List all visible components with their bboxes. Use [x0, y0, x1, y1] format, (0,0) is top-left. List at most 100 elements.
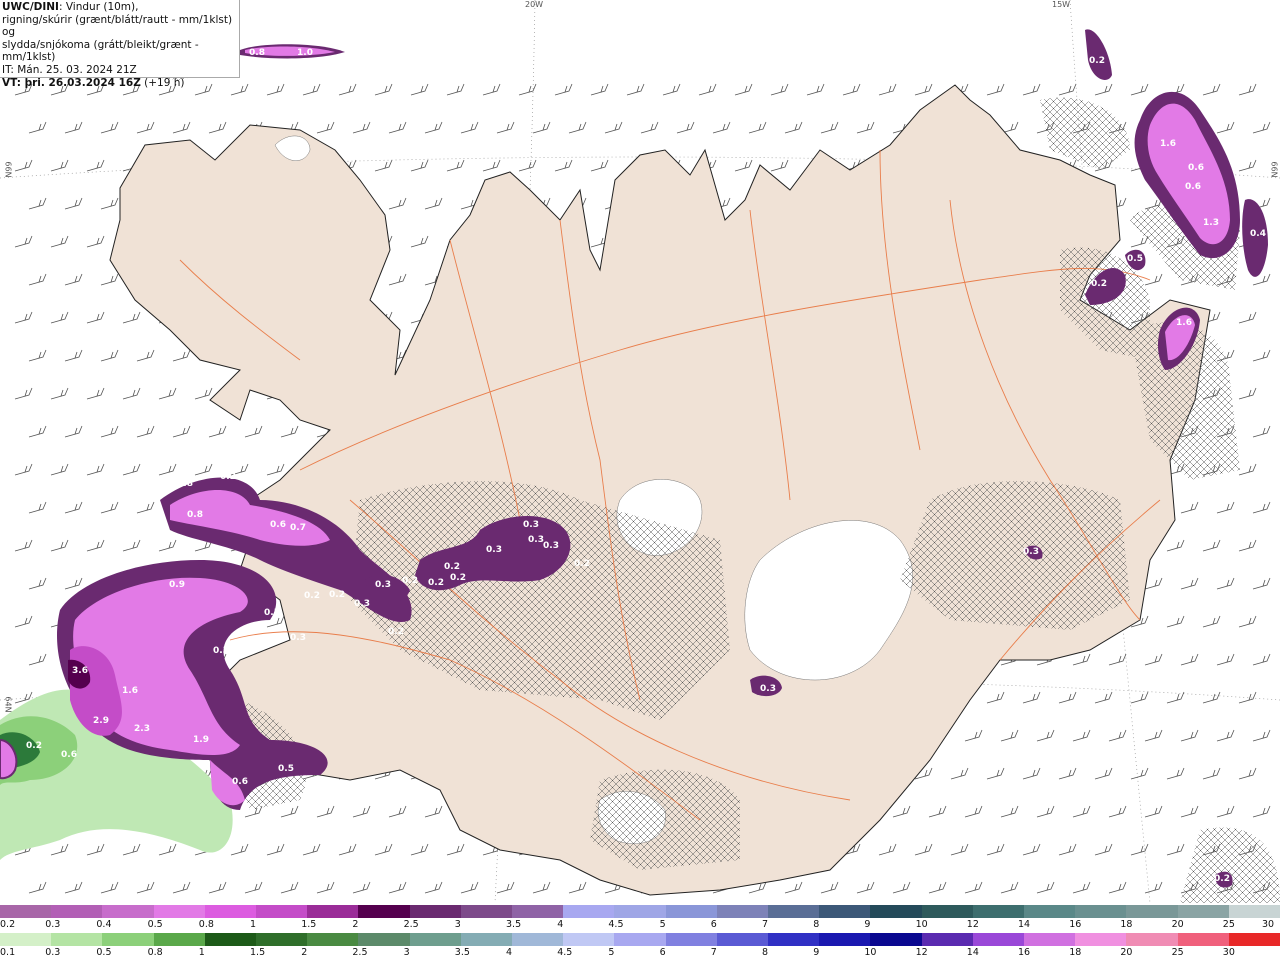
snow-value-label: 0.2 — [1214, 874, 1230, 884]
weather-map: 0.8 1.0 0.2 1.6 0.6 0.6 1.3 0.4 0.5 0.2 1.6 0.2 0.8 0… — [0, 0, 1280, 903]
snow-value-label: 0.5 — [1127, 254, 1143, 264]
snow-legend-swatch — [307, 905, 359, 918]
snow-value-label: 2.9 — [93, 716, 109, 726]
snow-legend-swatch — [768, 905, 820, 918]
snow-value-label: 0.3 — [375, 580, 391, 590]
snow-legend-swatch — [1228, 905, 1280, 918]
rain-legend-swatch — [409, 933, 461, 946]
snow-legend-swatch — [358, 905, 410, 918]
snow-legend-label: 3 — [454, 919, 461, 930]
rain-legend-swatch — [102, 933, 154, 946]
snow-legend-bar — [0, 905, 1280, 918]
rain-legend-label: 0.3 — [45, 947, 61, 958]
snow-value-label: 0.2 — [1091, 279, 1107, 289]
rain-legend-label: 10 — [864, 947, 877, 958]
snow-value-label: 1.3 — [1203, 218, 1219, 228]
rain-legend-swatch — [921, 933, 973, 946]
rain-legend-swatch — [204, 933, 257, 946]
snow-legend-label: 0.3 — [45, 919, 61, 930]
model-name: UWC/DINI — [2, 1, 59, 13]
snow-value-label: 0.8 — [249, 48, 265, 58]
snow-value-label: 0.6 — [232, 777, 248, 787]
map-title-box: UWC/DINI: Vindur (10m), rigning/skúrir (… — [0, 0, 240, 89]
snow-legend-swatch — [1177, 905, 1229, 918]
rain-legend-swatch — [716, 933, 769, 946]
snow-value-label: 0.9 — [169, 580, 185, 590]
snow-value-label: 0.2 — [428, 578, 444, 588]
snow-legend-swatch — [614, 905, 666, 918]
rain-legend-label: 12 — [915, 947, 928, 958]
rain-legend-label: 5 — [608, 947, 615, 958]
rain-legend-swatch — [358, 933, 410, 946]
rain-legend-swatch — [972, 933, 1025, 946]
title-line1: : Vindur (10m), — [58, 1, 139, 13]
rain-legend-label: 20 — [1120, 947, 1133, 958]
rain-legend-label: 14 — [966, 947, 979, 958]
lat-label-64n: 64N — [3, 696, 13, 713]
rain-legend-label: 1.5 — [250, 947, 266, 958]
rain-legend-label: 4.5 — [557, 947, 573, 958]
snow-legend-label: 4 — [557, 919, 564, 930]
snow-value-label: 0.5 — [278, 764, 294, 774]
snow-legend-label: 25 — [1222, 919, 1235, 930]
lat-label-66n-left: 66N — [3, 161, 13, 178]
rain-legend-swatch — [153, 933, 205, 946]
snow-legend-label: 7 — [762, 919, 769, 930]
snow-value-label: 1.9 — [193, 735, 209, 745]
init-time: IT: Mán. 25. 03. 2024 21Z — [2, 63, 137, 76]
snow-value-label: 0.3 — [213, 646, 229, 656]
rain-legend-swatch — [0, 933, 52, 946]
rain-legend-label: 0.5 — [96, 947, 112, 958]
snow-value-label: 0.2 — [329, 590, 345, 600]
snow-legend-swatch — [153, 905, 205, 918]
snow-value-label: 1.6 — [1160, 139, 1176, 149]
snow-value-label: 1.6 — [1176, 318, 1192, 328]
snow-legend-label: 18 — [1120, 919, 1133, 930]
rain-legend-swatch — [1126, 933, 1178, 946]
rain-legend-label: 1 — [198, 947, 205, 958]
snow-legend-swatch — [409, 905, 461, 918]
snow-legend-swatch — [870, 905, 922, 918]
rain-legend-swatch — [1024, 933, 1076, 946]
snow-value-label: 0.2 — [1089, 56, 1105, 66]
rain-legend-swatch — [819, 933, 871, 946]
rain-legend-swatch — [460, 933, 513, 946]
snow-legend-label: 30 — [1262, 919, 1275, 930]
snow-legend-swatch — [204, 905, 257, 918]
valid-time-offset: (+19 h) — [140, 76, 185, 89]
snow-legend-label: 0.2 — [0, 919, 16, 930]
snow-legend-swatch — [563, 905, 615, 918]
rain-legend-label: 30 — [1222, 947, 1235, 958]
lon-label-20w: 20W — [525, 0, 544, 9]
snow-value-label: 0.2 — [304, 591, 320, 601]
snow-value-label: 0.8 — [177, 479, 193, 489]
snow-legend-label: 20 — [1171, 919, 1184, 930]
rain-legend-swatch — [256, 933, 308, 946]
snow-value-label: 0.3 — [354, 599, 370, 609]
snow-legend-swatch — [1075, 905, 1127, 918]
rain-legend-swatch — [768, 933, 820, 946]
lat-label-66n-right: 66N — [1269, 161, 1279, 178]
rain-legend-label: 4 — [506, 947, 513, 958]
rain-legend-label: 8 — [762, 947, 769, 958]
rain-legend-swatch — [563, 933, 615, 946]
snow-value-label: 0.3 — [1023, 547, 1039, 557]
snow-value-label: 0.4 — [1250, 229, 1266, 239]
snow-legend-label: 9 — [864, 919, 871, 930]
valid-time: þri. 26.03.2024 16Z — [20, 76, 141, 89]
valid-time-prefix: VT: — [2, 76, 21, 89]
snow-value-label: 0.2 — [450, 573, 466, 583]
snow-value-label: 0.2 — [388, 627, 404, 637]
snow-legend-swatch — [0, 905, 52, 918]
rain-legend-label: 3.5 — [454, 947, 470, 958]
snow-value-label: 0.2 — [444, 562, 460, 572]
snow-legend-label: 1 — [250, 919, 257, 930]
snow-legend-swatch — [512, 905, 564, 918]
rain-legend-swatch — [512, 933, 564, 946]
snow-legend-label: 12 — [966, 919, 979, 930]
snow-legend-label: 10 — [915, 919, 928, 930]
snow-legend-label: 0.8 — [198, 919, 214, 930]
snow-value-label: 0.2 — [220, 472, 236, 482]
title-line2: rigning/skúrir (grænt/blátt/rautt - mm/1… — [2, 13, 233, 39]
snow-legend-label: 6 — [710, 919, 717, 930]
